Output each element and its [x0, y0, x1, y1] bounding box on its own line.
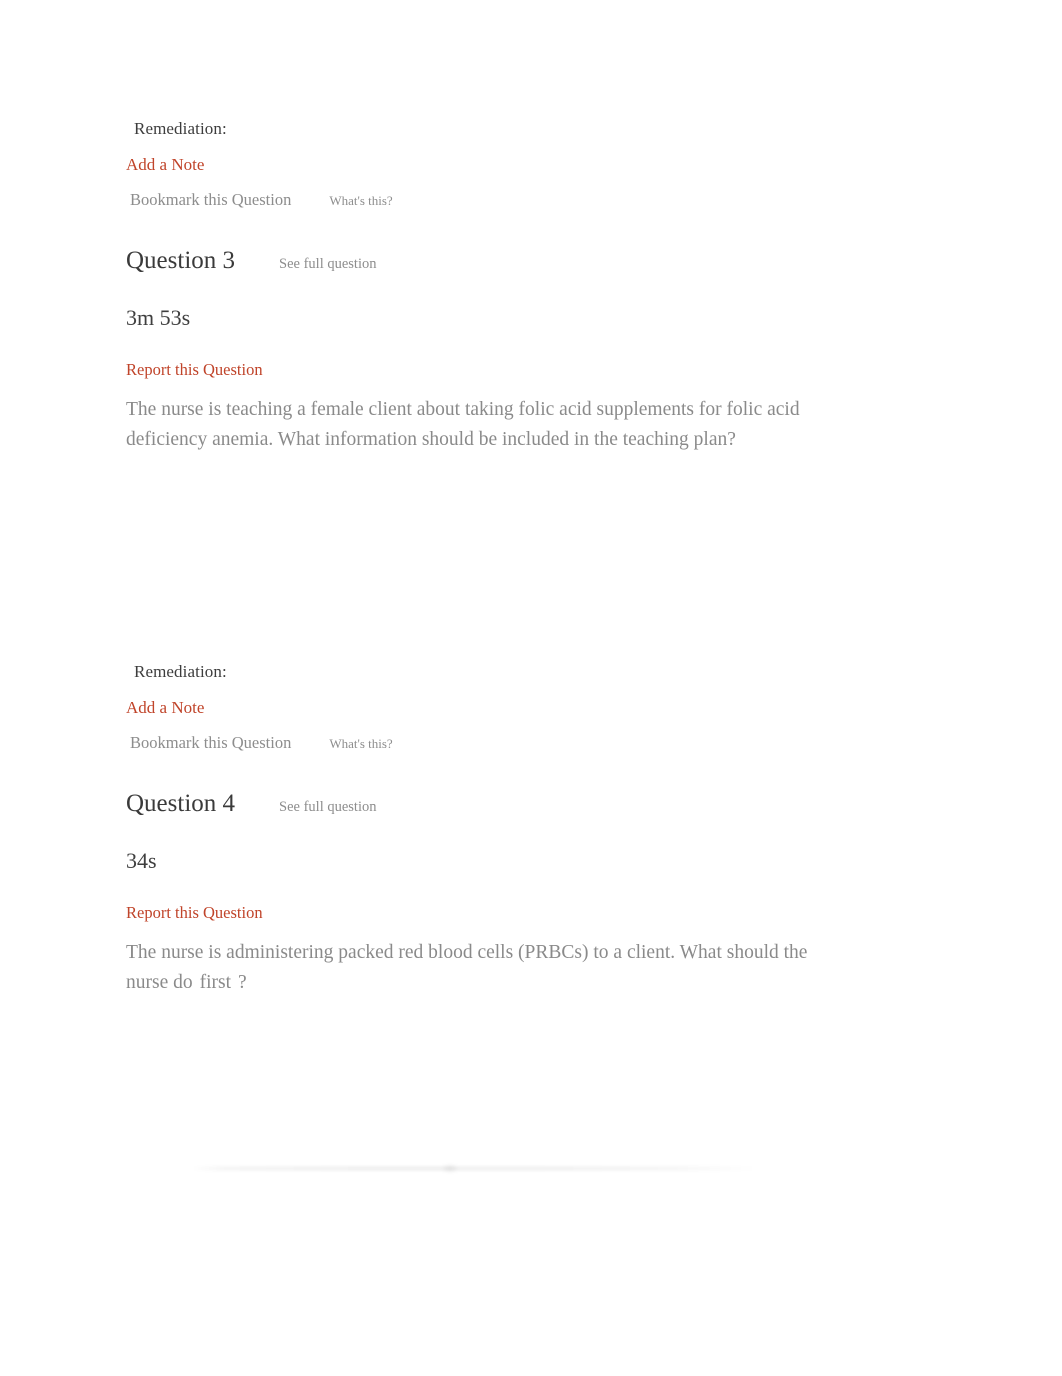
quiz-review-page: Remediation: Add a Note Bookmark this Qu… [0, 0, 1062, 1376]
question-list: Remediation: Add a Note Bookmark this Qu… [126, 118, 836, 1148]
report-question-link[interactable]: Report this Question [126, 359, 263, 381]
question-header: Question 4 See full question [126, 789, 836, 819]
add-note-link[interactable]: Add a Note [126, 697, 204, 719]
question-block: Remediation: Add a Note Bookmark this Qu… [126, 661, 836, 1148]
question-text: The nurse is administering packed red bl… [126, 938, 830, 998]
question-block: Remediation: Add a Note Bookmark this Qu… [126, 118, 836, 661]
question-text-emphasis: first [199, 972, 232, 993]
question-title: Question 3 [126, 247, 236, 274]
elapsed-time: 3m 53s [126, 305, 191, 330]
report-question-link[interactable]: Report this Question [126, 902, 263, 924]
whats-this-link[interactable]: What's this? [329, 733, 392, 754]
whats-this-link[interactable]: What's this? [329, 190, 392, 211]
see-full-question-link[interactable]: See full question [279, 254, 376, 274]
question-text-tail: ? [238, 972, 247, 993]
bookmark-question-link[interactable]: Bookmark this Question [130, 189, 291, 210]
question-meta-row: Bookmark this Question What's this? [126, 189, 836, 211]
remediation-label: Remediation: [134, 662, 227, 681]
question-header: Question 3 See full question [126, 246, 836, 276]
answer-options-area [126, 998, 830, 1148]
question-title: Question 4 [126, 790, 236, 817]
elapsed-time: 34s [126, 848, 157, 873]
question-text: The nurse is teaching a female client ab… [126, 395, 830, 455]
remediation-label: Remediation: [134, 119, 227, 138]
page-break-divider [192, 1163, 757, 1174]
add-note-link[interactable]: Add a Note [126, 154, 204, 176]
question-meta-row: Bookmark this Question What's this? [126, 732, 836, 754]
question-text-main: The nurse is teaching a female client ab… [126, 399, 800, 450]
answer-options-area [126, 455, 830, 661]
bookmark-question-link[interactable]: Bookmark this Question [130, 732, 291, 753]
see-full-question-link[interactable]: See full question [279, 797, 376, 817]
